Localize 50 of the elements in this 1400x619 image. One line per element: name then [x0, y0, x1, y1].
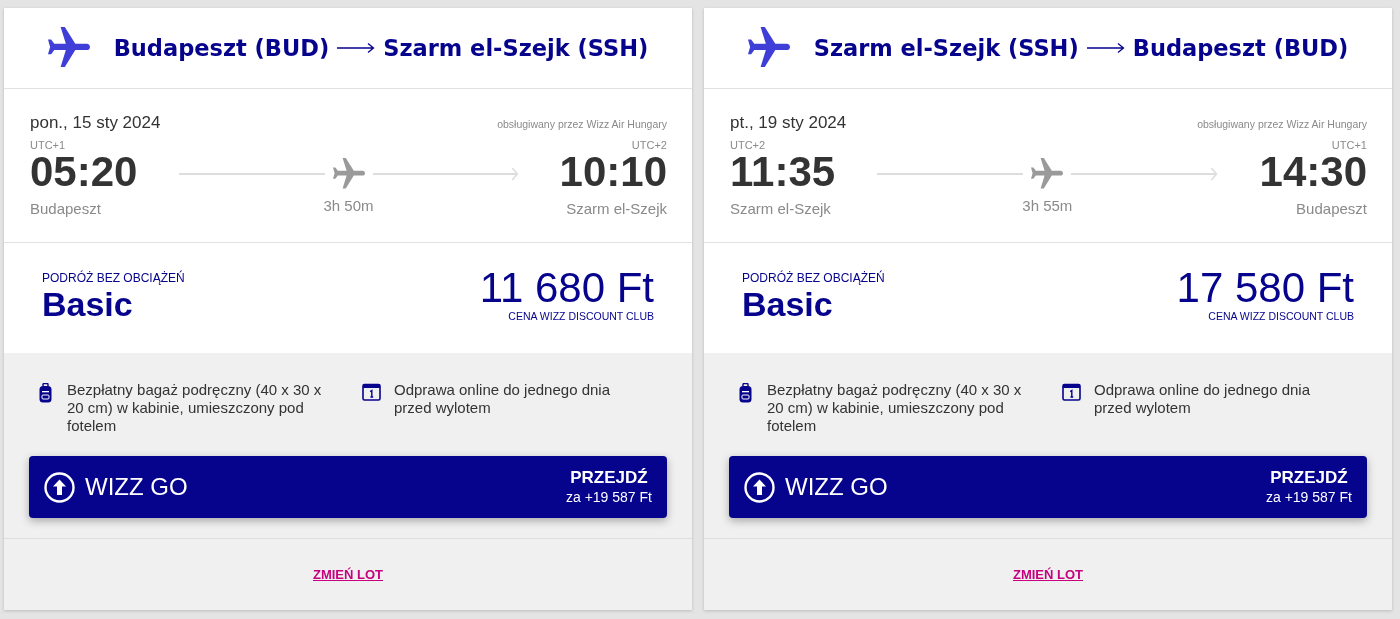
calendar-icon — [362, 383, 381, 401]
fare-label: PODRÓŻ BEZ OBCIĄŻEŃ — [742, 271, 885, 286]
fare-price: 17 580 Ft — [1176, 265, 1354, 310]
feature-text: Odprawa online do jednego dnia przed wylotem — [394, 381, 611, 417]
change-flight-link[interactable]: ZMIEŃ LOT — [312, 567, 383, 582]
route-origin: Budapeszt (BUD) — [113, 35, 330, 61]
route-destination: Budapeszt (BUD) — [1132, 35, 1349, 61]
arrow-icon — [337, 42, 376, 54]
airplane-icon — [332, 158, 365, 190]
airplane-icon — [47, 27, 90, 69]
upgrade-button[interactable]: WIZZ GO PRZEJDŹ za +19 587 Ft — [29, 456, 667, 518]
feature-text: Odprawa online do jednego dnia przed wylotem — [1094, 381, 1311, 417]
calendar-icon — [1062, 383, 1081, 401]
arrival-city: Budapeszt — [1296, 199, 1367, 219]
arrival-timezone: UTC+1 — [1331, 139, 1367, 151]
backpack-icon — [739, 383, 752, 403]
price-note: CENA WIZZ DISCOUNT CLUB — [508, 309, 654, 323]
operator-text: obsługiwany przez Wizz Air Hungary — [497, 118, 667, 130]
change-flight-link[interactable]: ZMIEŃ LOT — [1012, 567, 1083, 582]
flight-duration: 3h 55m — [1022, 196, 1073, 216]
route-origin: Szarm el-Szejk (SSH) — [813, 35, 1079, 61]
fare-price: 11 680 Ft — [479, 265, 654, 310]
arrow-up-circle-icon — [744, 471, 775, 503]
departure-city: Szarm el-Szejk — [730, 199, 831, 219]
fare-name: Basic — [42, 286, 134, 322]
departure-time: 05:20 — [30, 151, 138, 193]
flight-date: pt., 19 sty 2024 — [730, 112, 847, 134]
arrival-city: Szarm el-Szejk — [566, 199, 667, 219]
airplane-icon — [1031, 158, 1064, 190]
airplane-icon — [747, 27, 790, 69]
departure-city: Budapeszt — [30, 199, 101, 219]
arrow-icon — [1086, 42, 1125, 54]
route-destination: Szarm el-Szejk (SSH) — [383, 35, 649, 61]
arrow-up-circle-icon — [44, 471, 75, 503]
arrival-timezone: UTC+2 — [631, 139, 667, 151]
flight-duration: 3h 50m — [323, 196, 374, 216]
operator-text: obsługiwany przez Wizz Air Hungary — [1197, 118, 1367, 130]
feature-text: Bezpłatny bagaż podręczny (40 x 30 x 20 cm) w kabinie, umieszczony pod fotelem — [767, 381, 1023, 435]
arrival-time: 14:30 — [1259, 151, 1367, 193]
arrival-time: 10:10 — [559, 151, 667, 193]
fare-label: PODRÓŻ BEZ OBCIĄŻEŃ — [42, 271, 185, 286]
upgrade-button[interactable]: WIZZ GO PRZEJDŹ za +19 587 Ft — [729, 456, 1367, 518]
flight-date: pon., 15 sty 2024 — [30, 112, 161, 134]
departure-time: 11:35 — [730, 151, 836, 193]
feature-text: Bezpłatny bagaż podręczny (40 x 30 x 20 cm) w kabinie, umieszczony pod fotelem — [67, 381, 323, 435]
fare-name: Basic — [742, 286, 834, 322]
departure-timezone: UTC+1 — [30, 139, 66, 151]
backpack-icon — [39, 383, 52, 403]
departure-timezone: UTC+2 — [730, 139, 766, 151]
price-note: CENA WIZZ DISCOUNT CLUB — [1208, 309, 1354, 323]
